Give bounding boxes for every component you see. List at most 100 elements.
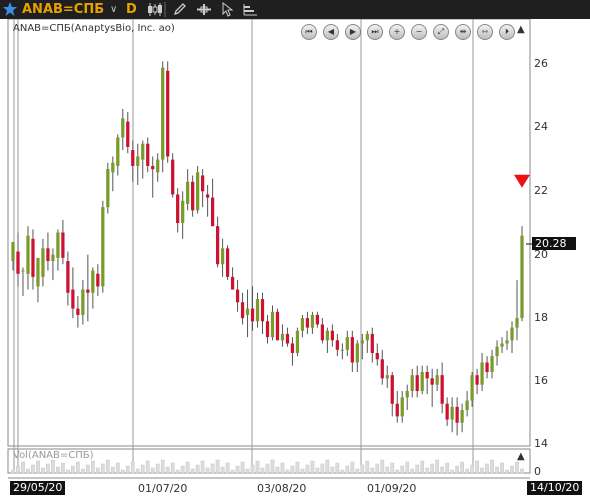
candle-body xyxy=(46,248,50,262)
volume-bar xyxy=(225,462,230,474)
volume-bar xyxy=(205,467,210,474)
candle-body xyxy=(36,257,40,287)
pan-button[interactable]: ⇹ xyxy=(455,24,471,40)
volume-bar xyxy=(165,466,170,474)
candle-body xyxy=(210,197,215,227)
candle-body xyxy=(415,375,419,392)
period-selector[interactable]: D xyxy=(126,0,137,19)
volume-bar xyxy=(510,465,514,474)
scroll-button[interactable]: ⇿ xyxy=(477,24,493,40)
volume-bar xyxy=(400,465,405,474)
volume-bar xyxy=(100,463,105,474)
candle-body xyxy=(405,391,409,398)
volume-bar xyxy=(190,468,195,474)
volume-bar xyxy=(180,465,185,474)
volume-bar xyxy=(120,469,125,474)
crosshair-icon[interactable] xyxy=(196,2,212,17)
volume-bar xyxy=(160,459,165,474)
candle-body xyxy=(215,226,220,265)
zoom-fit-button[interactable]: ⤢ xyxy=(433,24,449,40)
volume-bar xyxy=(275,466,280,474)
candle-body xyxy=(310,314,315,328)
ticker-symbol[interactable]: ANAB=СПБ xyxy=(22,0,104,19)
volume-bar xyxy=(185,461,190,474)
chart-area[interactable]: ANAB=СПБ(AnaptysBio, Inc. ao) Vol(ANAB=С… xyxy=(0,19,590,504)
pencil-icon[interactable] xyxy=(172,2,188,17)
zoom-out-button[interactable]: − xyxy=(411,24,427,40)
volume-bar xyxy=(255,460,260,474)
candle-body xyxy=(450,406,454,420)
candle-body xyxy=(61,232,65,258)
candle-body xyxy=(345,337,349,350)
candle-body xyxy=(375,352,379,360)
collapse-up-icon[interactable]: ▲ xyxy=(517,24,525,35)
volume-bar xyxy=(90,460,95,474)
candle-body xyxy=(315,314,320,325)
candle-body xyxy=(505,340,509,344)
candle-body xyxy=(96,273,100,287)
candle-body xyxy=(41,248,45,277)
y-tick-label: 14 xyxy=(534,437,548,450)
volume-bar xyxy=(375,463,380,474)
candle-body xyxy=(126,121,130,147)
candle-body xyxy=(51,254,55,262)
volume-bar xyxy=(385,466,390,474)
y-tick-label: 26 xyxy=(534,57,548,70)
candle-body xyxy=(76,308,80,315)
cursor-icon[interactable] xyxy=(220,2,236,17)
candle-body xyxy=(510,327,514,341)
y-tick-label: 18 xyxy=(534,311,548,324)
volume-bar xyxy=(340,469,345,474)
volume-bar xyxy=(56,466,60,474)
volume-bar xyxy=(425,467,430,474)
volume-bar xyxy=(390,462,395,474)
zoom-in-button[interactable]: + xyxy=(389,24,405,40)
star-icon[interactable] xyxy=(2,1,18,17)
volume-bar xyxy=(370,467,375,474)
volume-bar xyxy=(41,467,45,474)
candle-body xyxy=(31,238,35,277)
candle-body xyxy=(365,333,369,341)
candle-body xyxy=(280,333,285,341)
candle-body xyxy=(390,375,394,404)
candle-body xyxy=(295,330,300,353)
candlestick-icon[interactable] xyxy=(147,2,163,17)
volume-bar xyxy=(220,466,225,474)
candle-body xyxy=(490,356,494,372)
candle-body xyxy=(380,359,384,379)
chevron-down-icon[interactable]: ∨ xyxy=(110,0,117,19)
candle-body xyxy=(21,270,25,272)
bars-icon[interactable] xyxy=(242,2,258,17)
volume-bar xyxy=(515,461,519,474)
candle-body xyxy=(16,251,20,274)
volume-bar xyxy=(305,464,310,474)
volume-bar xyxy=(320,463,325,474)
candle-body xyxy=(480,362,484,385)
candle-body xyxy=(445,403,449,420)
volume-bar xyxy=(130,461,135,474)
volume-bar xyxy=(495,466,499,474)
first-page-button[interactable]: ⏮ xyxy=(301,24,317,40)
volume-zero-tick: 0 xyxy=(534,465,541,478)
play-button[interactable]: ⏵ xyxy=(499,24,515,40)
last-page-button[interactable]: ⏭ xyxy=(367,24,383,40)
y-tick-label: 22 xyxy=(534,184,548,197)
volume-bar xyxy=(325,459,330,474)
volume-bar xyxy=(175,469,180,474)
candle-body xyxy=(230,276,235,290)
candle-body xyxy=(355,343,359,363)
candle-body xyxy=(260,299,265,322)
volume-collapse-icon[interactable]: ▲ xyxy=(517,451,525,462)
next-button[interactable]: ▶ xyxy=(345,24,361,40)
candle-body xyxy=(156,159,160,173)
volume-bar xyxy=(285,469,290,474)
volume-bar xyxy=(360,464,365,474)
price-chart[interactable] xyxy=(0,19,590,504)
volume-bar xyxy=(245,468,250,474)
previous-button[interactable]: ◀ xyxy=(323,24,339,40)
candle-body xyxy=(191,181,195,211)
volume-bar xyxy=(420,460,425,474)
volume-bar xyxy=(270,459,275,474)
candle-body xyxy=(440,375,444,404)
candle-body xyxy=(370,333,374,353)
